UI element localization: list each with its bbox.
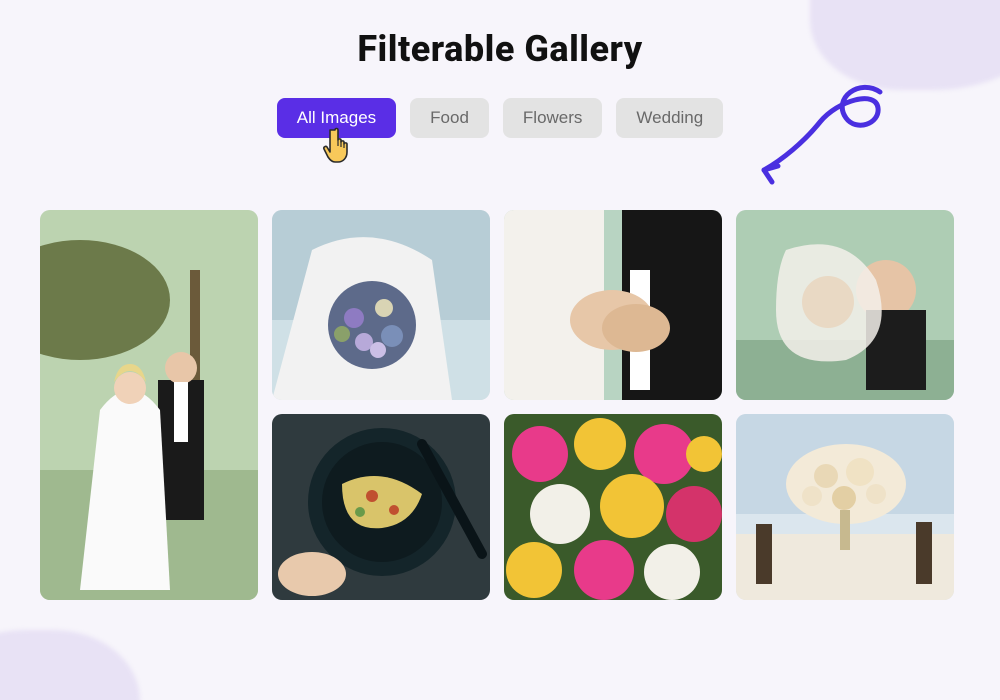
filter-flowers[interactable]: Flowers <box>503 98 603 138</box>
page-title: Filterable Gallery <box>40 28 960 70</box>
gallery-grid <box>40 210 960 650</box>
filter-food[interactable]: Food <box>410 98 489 138</box>
filter-wedding[interactable]: Wedding <box>616 98 723 138</box>
gallery-item[interactable] <box>272 414 490 600</box>
gallery-item[interactable] <box>40 210 258 600</box>
gallery-item[interactable] <box>736 210 954 400</box>
filter-bar: All Images Food Flowers Wedding <box>40 98 960 138</box>
gallery-item[interactable] <box>272 210 490 400</box>
filter-all-images[interactable]: All Images <box>277 98 396 138</box>
gallery-item[interactable] <box>504 414 722 600</box>
gallery-item[interactable] <box>736 414 954 600</box>
gallery-item[interactable] <box>504 210 722 400</box>
